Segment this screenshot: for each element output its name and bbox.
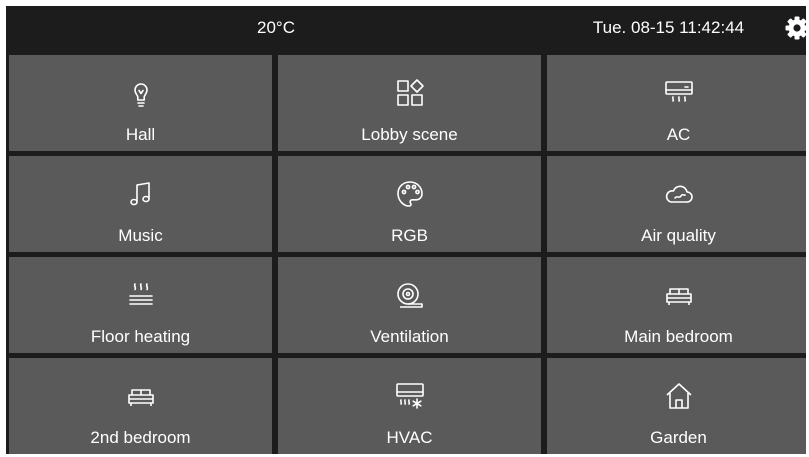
hvac-icon	[394, 380, 426, 412]
room-tile-grid: Hall Lobby scene AC Music RGB Air qualit…	[9, 55, 806, 454]
sofa-icon	[663, 279, 695, 311]
status-bar: 20°C Tue. 08-15 11:42:44	[6, 6, 806, 50]
tile-ac[interactable]: AC	[547, 55, 806, 151]
sofa-icon	[125, 380, 157, 412]
floor-heating-icon	[125, 279, 157, 311]
tile-rgb[interactable]: RGB	[278, 156, 541, 252]
control-panel-screen: 20°C Tue. 08-15 11:42:44 Hall Lobby scen…	[6, 6, 806, 454]
tile-label: Music	[118, 226, 163, 245]
tile-ventilation[interactable]: Ventilation	[278, 257, 541, 353]
tile-label: Ventilation	[370, 327, 449, 346]
tile-hvac[interactable]: HVAC	[278, 358, 541, 454]
tile-label: Lobby scene	[361, 125, 458, 144]
tile-label: Hall	[125, 125, 156, 144]
lightbulb-icon	[125, 77, 157, 109]
tile-music[interactable]: Music	[9, 156, 272, 252]
music-note-icon	[125, 178, 157, 210]
tile-floor-heating[interactable]: Floor heating	[9, 257, 272, 353]
tile-2nd-bedroom[interactable]: 2nd bedroom	[9, 358, 272, 454]
tile-main-bedroom[interactable]: Main bedroom	[547, 257, 806, 353]
tile-lobby-scene[interactable]: Lobby scene	[278, 55, 541, 151]
tile-label: HVAC	[386, 428, 433, 447]
date-time-readout: Tue. 08-15 11:42:44	[592, 18, 745, 37]
tile-label: 2nd bedroom	[90, 428, 191, 447]
cloud-icon	[663, 178, 695, 210]
air-conditioner-icon	[663, 77, 695, 109]
tile-label: Air quality	[641, 226, 716, 245]
palette-icon	[394, 178, 426, 210]
tile-label: Main bedroom	[624, 327, 733, 346]
gear-icon[interactable]	[784, 15, 806, 41]
scene-grid-icon	[394, 77, 426, 109]
house-icon	[663, 380, 695, 412]
fan-icon	[394, 279, 426, 311]
tile-garden[interactable]: Garden	[547, 358, 806, 454]
tile-label: Floor heating	[90, 327, 191, 346]
tile-hall[interactable]: Hall	[9, 55, 272, 151]
tile-label: AC	[666, 125, 691, 144]
tile-label: RGB	[391, 226, 428, 245]
tile-label: Garden	[650, 428, 707, 447]
temperature-readout: 20°C	[257, 18, 295, 37]
tile-air-quality[interactable]: Air quality	[547, 156, 806, 252]
